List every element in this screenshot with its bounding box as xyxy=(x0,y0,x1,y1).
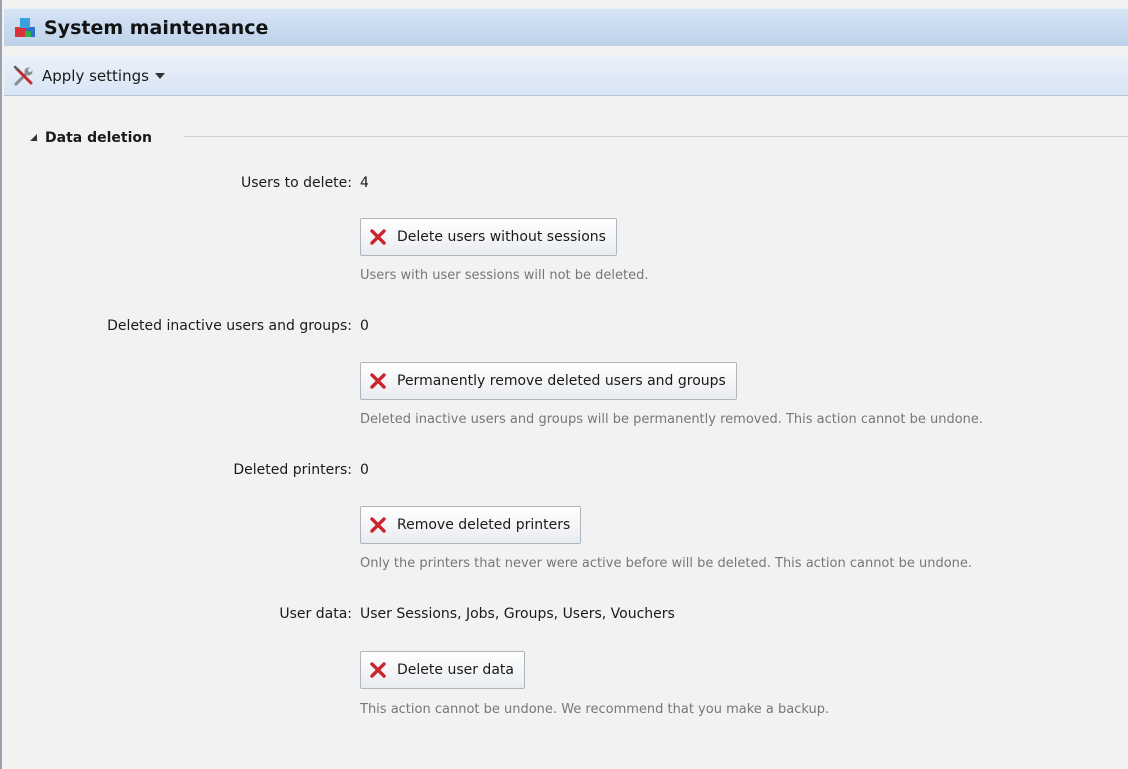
delete-users-hint: Users with user sessions will not be del… xyxy=(360,268,649,283)
system-maintenance-window: System maintenance Apply settings Data d… xyxy=(0,0,1128,769)
button-label: Permanently remove deleted users and gro… xyxy=(397,373,726,389)
button-label: Delete users without sessions xyxy=(397,229,606,245)
chevron-down-icon xyxy=(154,72,165,79)
page-title: System maintenance xyxy=(44,16,269,39)
section-title: Data deletion xyxy=(45,130,152,146)
blocks-icon xyxy=(15,17,35,37)
delete-x-icon xyxy=(370,229,386,245)
delete-user-data-button[interactable]: Delete user data xyxy=(360,651,525,689)
deleted-inactive-users-groups-label: Deleted inactive users and groups: xyxy=(107,318,352,334)
deleted-inactive-users-groups-value: 0 xyxy=(360,318,369,334)
button-label: Remove deleted printers xyxy=(397,517,571,533)
users-to-delete-value: 4 xyxy=(360,175,369,191)
delete-x-icon xyxy=(370,662,386,678)
collapse-triangle-icon xyxy=(30,133,37,141)
deleted-printers-label: Deleted printers: xyxy=(233,462,352,478)
deleted-printers-value: 0 xyxy=(360,462,369,478)
delete-users-without-sessions-button[interactable]: Delete users without sessions xyxy=(360,218,617,256)
user-data-value: User Sessions, Jobs, Groups, Users, Vouc… xyxy=(360,606,675,622)
title-bar: System maintenance xyxy=(4,8,1128,46)
delete-x-icon xyxy=(370,517,386,533)
delete-user-data-hint: This action cannot be undone. We recomme… xyxy=(360,702,830,717)
remove-deleted-printers-button[interactable]: Remove deleted printers xyxy=(360,506,582,544)
user-data-label: User data: xyxy=(279,606,352,622)
permanently-remove-users-groups-button[interactable]: Permanently remove deleted users and gro… xyxy=(360,362,737,400)
remove-users-groups-hint: Deleted inactive users and groups will b… xyxy=(360,412,984,427)
delete-x-icon xyxy=(370,373,386,389)
toolbar: Apply settings xyxy=(4,56,1128,96)
section-header-data-deletion[interactable]: Data deletion xyxy=(30,128,152,148)
button-label: Delete user data xyxy=(397,662,514,678)
apply-settings-button[interactable]: Apply settings xyxy=(12,61,171,91)
apply-settings-label: Apply settings xyxy=(42,66,149,85)
wrench-screwdriver-icon xyxy=(13,65,33,86)
section-divider xyxy=(184,136,1128,137)
remove-printers-hint: Only the printers that never were active… xyxy=(360,556,973,571)
users-to-delete-label: Users to delete: xyxy=(241,175,352,191)
